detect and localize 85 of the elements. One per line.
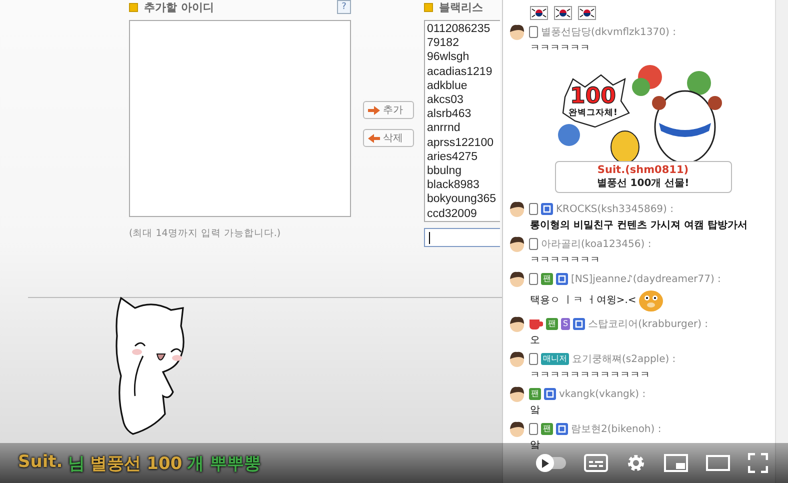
blacklist-item[interactable]: anrrnd: [427, 121, 500, 136]
fan-badge: 팬: [546, 318, 558, 330]
avatar-icon: [508, 23, 526, 41]
fan-badge: 팬: [541, 423, 553, 435]
blacklist-item[interactable]: ccd32009: [427, 206, 500, 221]
badge-icon: [541, 203, 553, 215]
avatar-icon: [508, 385, 526, 403]
flag-emoticon-icon: [578, 6, 596, 20]
blacklist-item[interactable]: bbulng: [427, 164, 500, 178]
blacklist-item[interactable]: adkblue: [427, 78, 500, 94]
blacklist-item[interactable]: 96wlsgh: [427, 50, 500, 65]
avatar-icon: [508, 315, 526, 333]
help-button[interactable]: ?: [337, 0, 351, 14]
chat-username[interactable]: 스탑코리어(krabburger) :: [588, 317, 708, 331]
sticker-number: 100: [570, 84, 616, 109]
scrollbar[interactable]: [775, 0, 788, 483]
avatar-icon: [508, 200, 526, 218]
chat-message: ㅋㅋㅋㅋㅋㅋㅋㅋㅋㅋㅋㅋ: [530, 369, 650, 382]
blacklist-item[interactable]: black8983: [427, 178, 500, 192]
cup-icon: [529, 318, 543, 330]
blacklist-input-field[interactable]: [424, 228, 500, 247]
panel-title: 블랙리스: [439, 0, 483, 14]
id-input-field[interactable]: [129, 20, 351, 217]
avatar-icon: [508, 420, 526, 438]
bullet-icon: [129, 2, 138, 12]
bullet-icon: [424, 2, 433, 12]
phone-icon: [529, 273, 538, 285]
chat-message: 앜: [530, 404, 540, 417]
phone-icon: [529, 26, 538, 38]
sticker-slogan: 완벽그자체!: [568, 108, 618, 118]
fan-badge: 팬: [529, 388, 541, 400]
blacklist-item[interactable]: alsrb463: [427, 107, 500, 122]
add-button[interactable]: 추가: [363, 101, 414, 119]
chat-message: ㅋㅋㅋㅋㅋㅋㅋ: [530, 254, 600, 267]
phone-icon: [529, 423, 538, 435]
miniplayer-icon[interactable]: [664, 454, 688, 472]
chat-username[interactable]: 람보현2(bikenoh) :: [571, 422, 662, 436]
phone-icon: [529, 203, 538, 215]
flag-emoticon-icon: [530, 6, 548, 20]
chat-message: 오: [530, 334, 540, 347]
chat-username[interactable]: [NS]jeanne♪(daydreamer77) :: [571, 274, 721, 284]
delete-button[interactable]: 삭제: [363, 129, 414, 147]
blacklist-item[interactable]: aprss122100: [427, 136, 500, 150]
fullscreen-icon[interactable]: [748, 453, 768, 473]
chat-message: 롱이형의 비밀친구 컨텐츠 가시져 여캠 탑방가서: [530, 219, 748, 232]
blacklist-item[interactable]: 79182: [427, 36, 500, 50]
chat-username[interactable]: 요기쿵해쪄(s2apple) :: [572, 352, 676, 366]
subtitles-icon[interactable]: [584, 454, 608, 472]
blacklist-item[interactable]: acadias1219: [427, 64, 500, 79]
support-badge: S: [561, 318, 570, 330]
phone-icon: [529, 238, 538, 250]
badge-icon: [556, 273, 568, 285]
chat-message: 택용ㅇ ㅣㅋ ㅓ여윙>.<: [530, 294, 636, 307]
chat-username[interactable]: KROCKS(ksh3345869) :: [556, 204, 674, 214]
badge-icon: [556, 423, 568, 435]
left-arrow-icon: [368, 134, 380, 142]
settings-icon[interactable]: [626, 453, 646, 473]
chat-username[interactable]: vkangk(vkangk) :: [559, 388, 646, 400]
badge-icon: [544, 388, 556, 400]
chat-username[interactable]: 별풍선담당(dkvmflzk1370) :: [541, 25, 676, 39]
avatar-icon: [508, 350, 526, 368]
chat-message: ㅋㅋㅋㅋㅋㅋ: [530, 42, 590, 55]
panel-title: 추가할 아이디: [144, 0, 214, 14]
blacklist-item[interactable]: bokyoung365: [427, 192, 500, 207]
manager-badge: 매니저: [541, 353, 569, 365]
right-arrow-icon: [368, 106, 380, 114]
emoticon-icon: [638, 288, 664, 312]
theater-mode-icon[interactable]: [706, 455, 730, 471]
blacklist-item[interactable]: akcs03: [427, 93, 500, 108]
blacklist-item[interactable]: 0112086235: [427, 22, 500, 36]
chat-message: 앜: [530, 439, 540, 452]
phone-icon: [529, 353, 538, 365]
gift-sender: Suit.(shm0811): [597, 164, 689, 176]
video-caption: Suit. 님 별풍선 100 개 뿌뿌뿡: [18, 452, 262, 474]
limit-note: (최대 14명까지 입력 가능합니다.): [129, 227, 282, 240]
gift-message: 별풍선 100개 선물!: [596, 177, 690, 190]
chat-username[interactable]: 아라골리(koa123456) :: [541, 237, 652, 251]
play-icon: [541, 458, 549, 468]
badge-icon: [573, 318, 586, 330]
fan-badge: 팬: [541, 273, 553, 285]
flag-emoticon-icon: [554, 6, 572, 20]
avatar-icon: [508, 270, 526, 288]
autoplay-toggle[interactable]: [536, 457, 566, 469]
avatar-icon: [508, 235, 526, 253]
blacklist-item[interactable]: aries4275: [427, 150, 500, 164]
